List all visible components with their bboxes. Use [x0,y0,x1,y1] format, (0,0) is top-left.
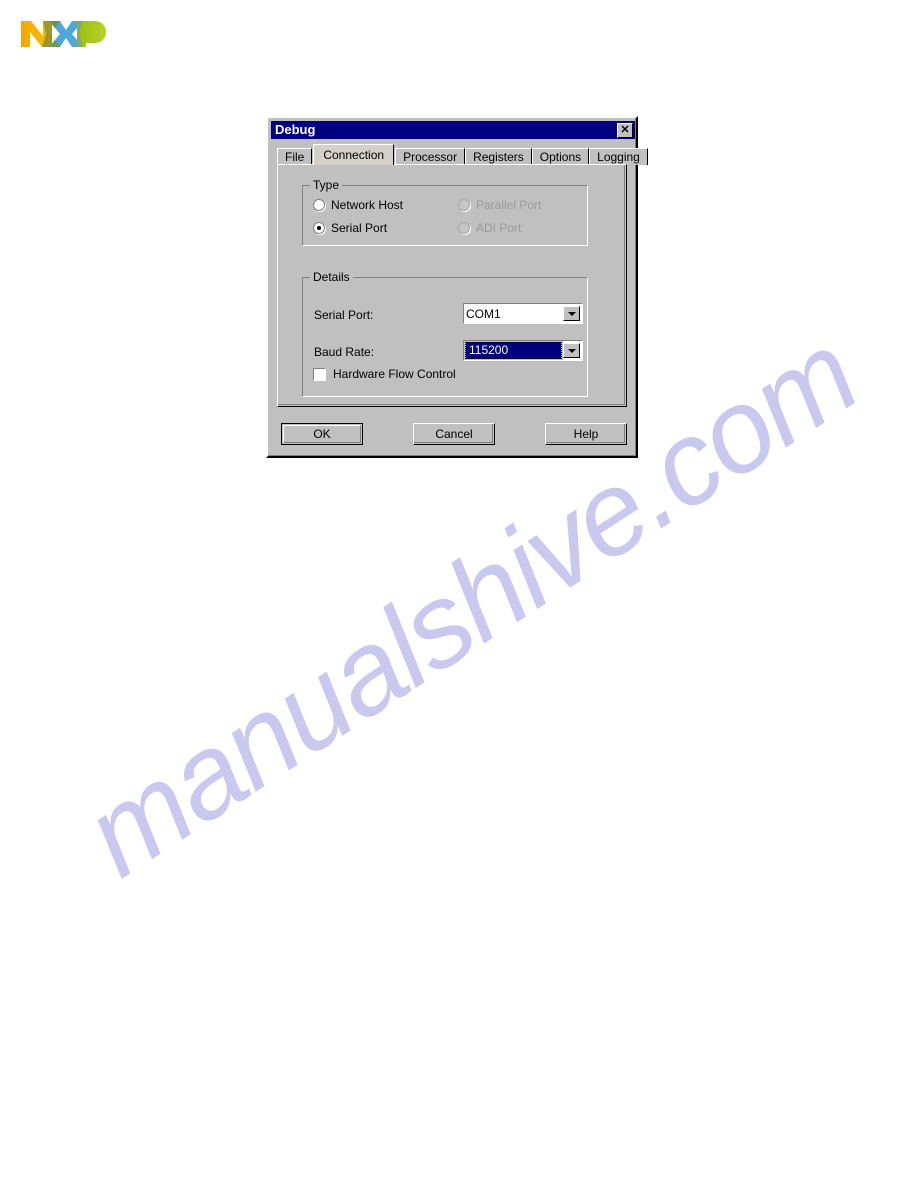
baud-rate-value-field[interactable]: 115200 [464,341,563,360]
tab-label: Registers [473,150,524,164]
chevron-down-icon[interactable] [563,306,580,321]
help-button-label: Help [573,427,599,441]
type-groupbox-bevel [302,185,588,246]
radio-label: Serial Port [331,221,388,235]
tab-label: Options [539,150,582,164]
serial-port-select[interactable]: COM1 [463,303,583,324]
radio-icon-checked [313,222,325,234]
serial-port-value-field[interactable]: COM1 [464,304,563,323]
baud-rate-label: Baud Rate: [314,345,375,359]
close-glyph: ✕ [620,123,630,136]
radio-icon [458,199,470,211]
nxp-logo [21,21,106,47]
radio-label: Network Host [331,198,404,212]
details-groupbox: Details Serial Port: COM1 Baud Rate: 115… [302,271,588,397]
ok-button-label: OK [313,427,331,441]
debug-dialog: Debug ✕ File Connection Processor Regist… [266,116,648,458]
baud-rate-select[interactable]: 115200 [463,340,583,361]
tab-connection[interactable]: Connection [313,144,395,165]
radio-network-host[interactable]: Network Host [313,198,403,212]
ok-button[interactable]: OK [281,423,363,445]
radio-label: ADI Port [476,221,522,235]
radio-label: Parallel Port [476,198,542,212]
type-groupbox: Type Network Host Parallel Port Serial P… [302,179,588,246]
chevron-down-icon[interactable] [563,343,580,358]
serial-port-value: COM1 [466,306,501,321]
serial-port-label: Serial Port: [314,308,374,322]
help-button[interactable]: Help [545,423,627,445]
cancel-button[interactable]: Cancel [413,423,495,445]
tab-label: File [285,150,305,164]
dialog-title: Debug [275,122,316,137]
tab-page-connection: Type Network Host Parallel Port Serial P… [277,164,627,407]
tab-processor[interactable]: Processor [395,148,466,165]
tab-label: Logging [597,150,640,164]
details-groupbox-title: Details [310,271,353,283]
tab-strip: File Connection Processor Registers Opti… [277,144,648,165]
close-icon[interactable]: ✕ [617,122,633,138]
cancel-button-label: Cancel [435,427,473,441]
radio-icon [458,222,470,234]
radio-parallel-port: Parallel Port [458,198,541,212]
tab-file[interactable]: File [277,148,313,165]
chevron-down-glyph [567,311,576,316]
radio-icon [313,199,325,211]
tab-registers[interactable]: Registers [465,148,532,165]
checkbox-icon [313,367,326,381]
baud-rate-value: 115200 [466,342,561,359]
title-bar[interactable]: Debug ✕ [271,121,635,139]
tab-options[interactable]: Options [531,148,590,165]
hardware-flow-control-checkbox[interactable]: Hardware Flow Control [313,367,456,381]
tab-logging[interactable]: Logging [589,148,648,165]
checkbox-label: Hardware Flow Control [333,367,456,381]
tab-label: Connection [323,148,385,162]
chevron-down-glyph [567,348,576,353]
tab-label: Processor [403,150,458,164]
type-groupbox-title: Type [310,179,343,191]
radio-adi-port: ADI Port [458,221,521,235]
radio-serial-port[interactable]: Serial Port [313,221,387,235]
